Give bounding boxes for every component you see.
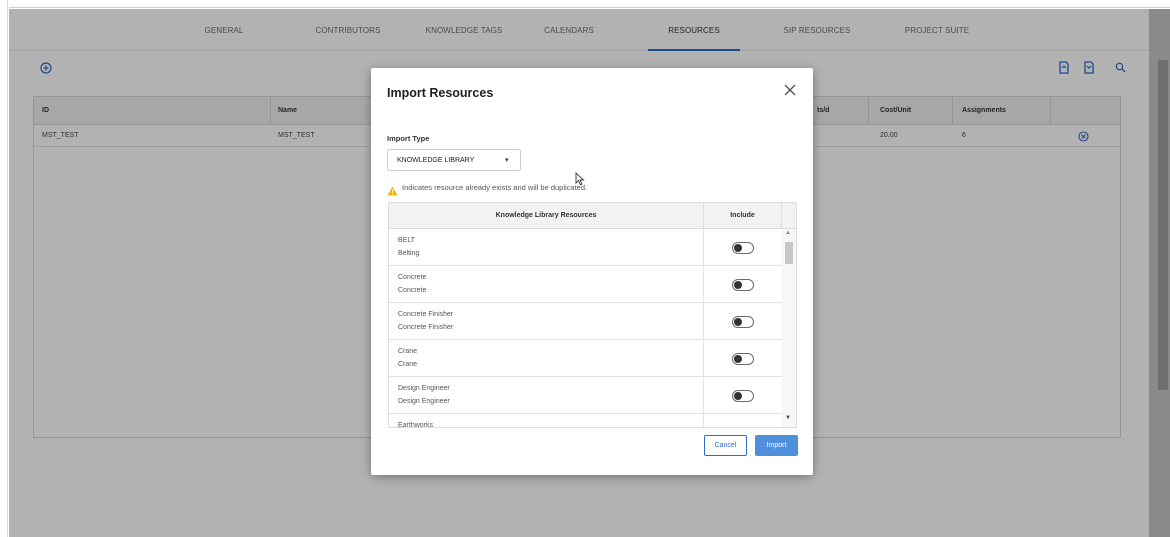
resource-desc: Belting [398,250,420,257]
table-row: BELT Belting [389,229,782,266]
resource-cell: BELT Belting [389,229,704,266]
warning-text: Indicates resource already exists and wi… [402,183,588,192]
left-border [0,0,8,537]
table-row: Earthworks [389,414,782,428]
table-scrollbar[interactable]: ▲ ▼ [782,229,796,427]
resource-id: Crane [398,348,418,355]
import-resources-dialog: Import Resources Import Type KNOWLEDGE L… [371,68,813,475]
knowledge-library-table: Knowledge Library Resources Include BELT… [388,202,797,428]
resource-cell: Concrete Concrete [389,266,704,303]
table-row: Concrete Concrete [389,266,782,303]
resource-cell: Earthworks [389,414,704,428]
toggle-knob [734,392,742,400]
include-toggle[interactable] [732,316,754,328]
dialog-title: Import Resources [387,86,494,100]
top-bar [9,0,1170,8]
import-button[interactable]: Import [755,435,798,456]
table-row: Design Engineer Design Engineer [389,377,782,414]
include-toggle[interactable] [732,279,754,291]
col-header-include: Include [704,203,782,229]
scroll-up-icon[interactable]: ▲ [785,230,791,236]
import-type-value: KNOWLEDGE LIBRARY [397,157,475,164]
toggle-knob [734,281,742,289]
table-scrollbar-thumb[interactable] [785,242,793,264]
close-icon[interactable] [784,82,796,99]
resource-cell: Crane Crane [389,340,704,377]
chevron-down-icon: ▾ [505,157,509,164]
application-frame: GENERAL CONTRIBUTORS KNOWLEDGE TAGS CALE… [0,0,1170,537]
col-header-resources: Knowledge Library Resources [389,203,704,229]
cancel-button[interactable]: Cancel [704,435,747,456]
resource-id: Concrete Finisher [398,311,454,318]
toggle-knob [734,355,742,363]
table-header: Knowledge Library Resources Include [389,203,796,229]
include-toggle[interactable] [732,390,754,402]
resource-desc: Design Engineer [398,398,450,405]
resource-id: Concrete [398,274,427,281]
resource-desc: Concrete [398,287,427,294]
resource-id: Design Engineer [398,385,450,392]
import-type-select[interactable]: KNOWLEDGE LIBRARY ▾ [387,149,521,171]
toggle-knob [734,244,742,252]
include-toggle[interactable] [732,242,754,254]
resource-desc: Concrete Finisher [398,324,454,331]
table-row: Concrete Finisher Concrete Finisher [389,303,782,340]
include-toggle[interactable] [732,427,754,428]
resource-desc: Crane [398,361,418,368]
resource-id: BELT [398,237,415,244]
include-toggle[interactable] [732,353,754,365]
resource-id: Earthworks [398,422,434,428]
scroll-down-icon[interactable]: ▼ [785,415,791,421]
table-row: Crane Crane [389,340,782,377]
warning-icon [387,183,398,196]
import-type-label: Import Type [387,134,430,143]
resource-cell: Concrete Finisher Concrete Finisher [389,303,704,340]
resource-cell: Design Engineer Design Engineer [389,377,704,414]
page-scrollbar-thumb[interactable] [1158,60,1168,390]
toggle-knob [734,318,742,326]
